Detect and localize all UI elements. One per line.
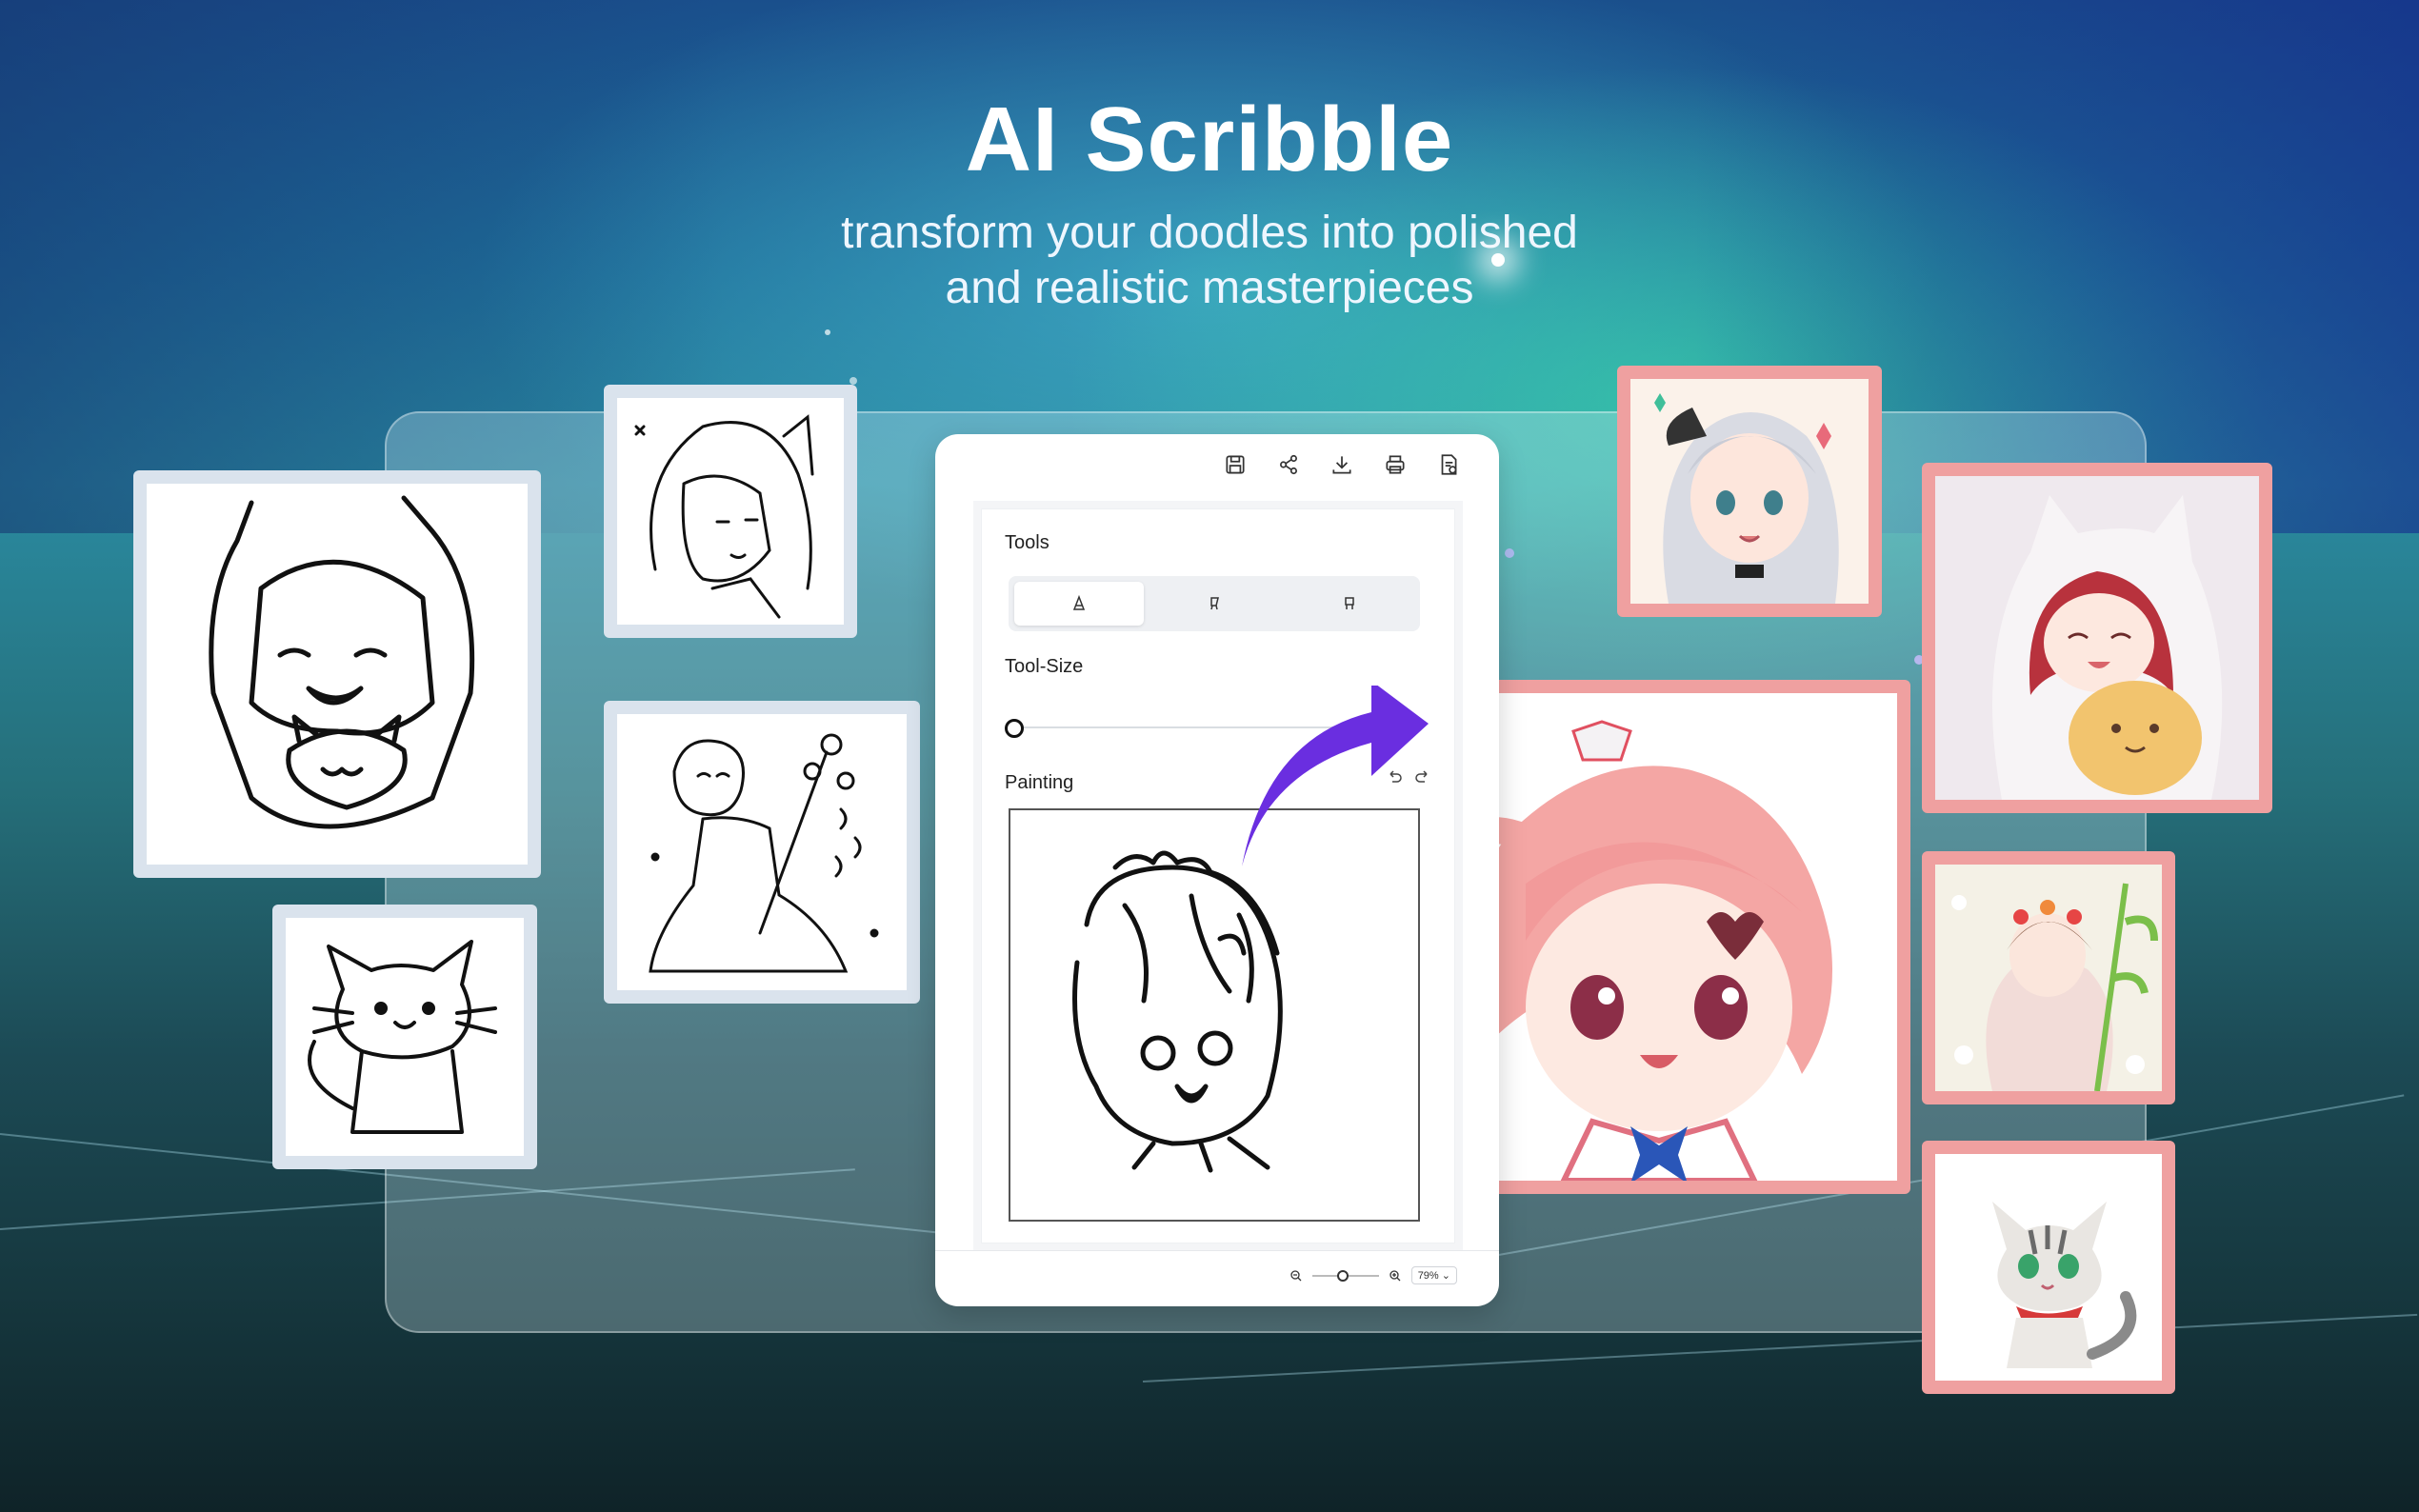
tool-size-slider-thumb[interactable]	[1005, 719, 1024, 738]
sparkle	[1491, 253, 1505, 267]
silver-hair-girl-image	[1630, 379, 1869, 604]
hero-subtitle: transform your doodles into polished and…	[0, 206, 2419, 316]
app-toolbar	[1223, 444, 1461, 486]
long-hair-girl-sketch	[634, 414, 814, 619]
tools-panel: Tools Tool-Size Painting	[981, 508, 1455, 1243]
report-icon[interactable]	[1436, 452, 1461, 477]
cat-sketch	[308, 940, 497, 1134]
painting-label: Painting	[1005, 772, 1074, 793]
hero-subtitle-line-1: transform your doodles into polished	[841, 208, 1578, 258]
tabby-cat-image	[1935, 1154, 2162, 1381]
zoom-slider[interactable]	[1311, 1269, 1379, 1282]
chevron-down-icon: ⌄	[1441, 1270, 1450, 1282]
sketch-card-cat[interactable]	[272, 905, 537, 1169]
result-card-red-hood-girl[interactable]	[1922, 463, 2272, 813]
marker-icon	[1210, 597, 1219, 610]
zoom-slider-thumb[interactable]	[1336, 1269, 1349, 1282]
sketch-card-girl-with-flowers[interactable]	[604, 701, 920, 1004]
result-card-tabby-cat[interactable]	[1922, 1141, 2175, 1394]
sparkle	[850, 377, 857, 385]
hero-title: AI Scribble	[965, 89, 1454, 190]
tools-label: Tools	[1005, 532, 1050, 553]
result-card-silver-hair-girl[interactable]	[1617, 366, 1882, 617]
marker-tool-button[interactable]	[1150, 582, 1279, 626]
sketch-card-long-hair-girl[interactable]	[604, 385, 857, 638]
zoom-in-icon[interactable]	[1389, 1269, 1402, 1283]
girl-with-flowers-sketch	[649, 733, 879, 973]
hero-subtitle-line-2: and realistic masterpieces	[945, 263, 1474, 313]
girl-in-flowers-image	[1935, 865, 2162, 1091]
pencil-tool-button[interactable]	[1014, 582, 1144, 626]
tool-selector	[1009, 576, 1420, 631]
zoom-value: 79%	[1417, 1270, 1439, 1282]
app-statusbar: 79% ⌄	[935, 1250, 1499, 1306]
share-icon[interactable]	[1276, 452, 1301, 477]
red-hood-girl-with-cat-image	[1935, 476, 2259, 800]
tool-size-label: Tool-Size	[1005, 656, 1084, 677]
transform-arrow-icon	[1242, 686, 1429, 866]
print-icon[interactable]	[1383, 452, 1408, 477]
zoom-value-dropdown[interactable]: 79% ⌄	[1410, 1266, 1457, 1284]
hooded-girl-sketch	[209, 495, 475, 829]
result-card-girl-in-flowers[interactable]	[1922, 851, 2175, 1104]
zoom-control: 79% ⌄	[1289, 1266, 1457, 1284]
eraser-tool-button[interactable]	[1285, 582, 1414, 626]
sketch-card-hooded-girl[interactable]	[133, 470, 541, 878]
sparkle	[825, 329, 830, 335]
zoom-out-icon[interactable]	[1289, 1269, 1303, 1283]
eraser-icon	[1345, 597, 1354, 609]
save-icon[interactable]	[1223, 452, 1248, 477]
pencil-icon	[1072, 594, 1086, 610]
download-icon[interactable]	[1329, 452, 1354, 477]
